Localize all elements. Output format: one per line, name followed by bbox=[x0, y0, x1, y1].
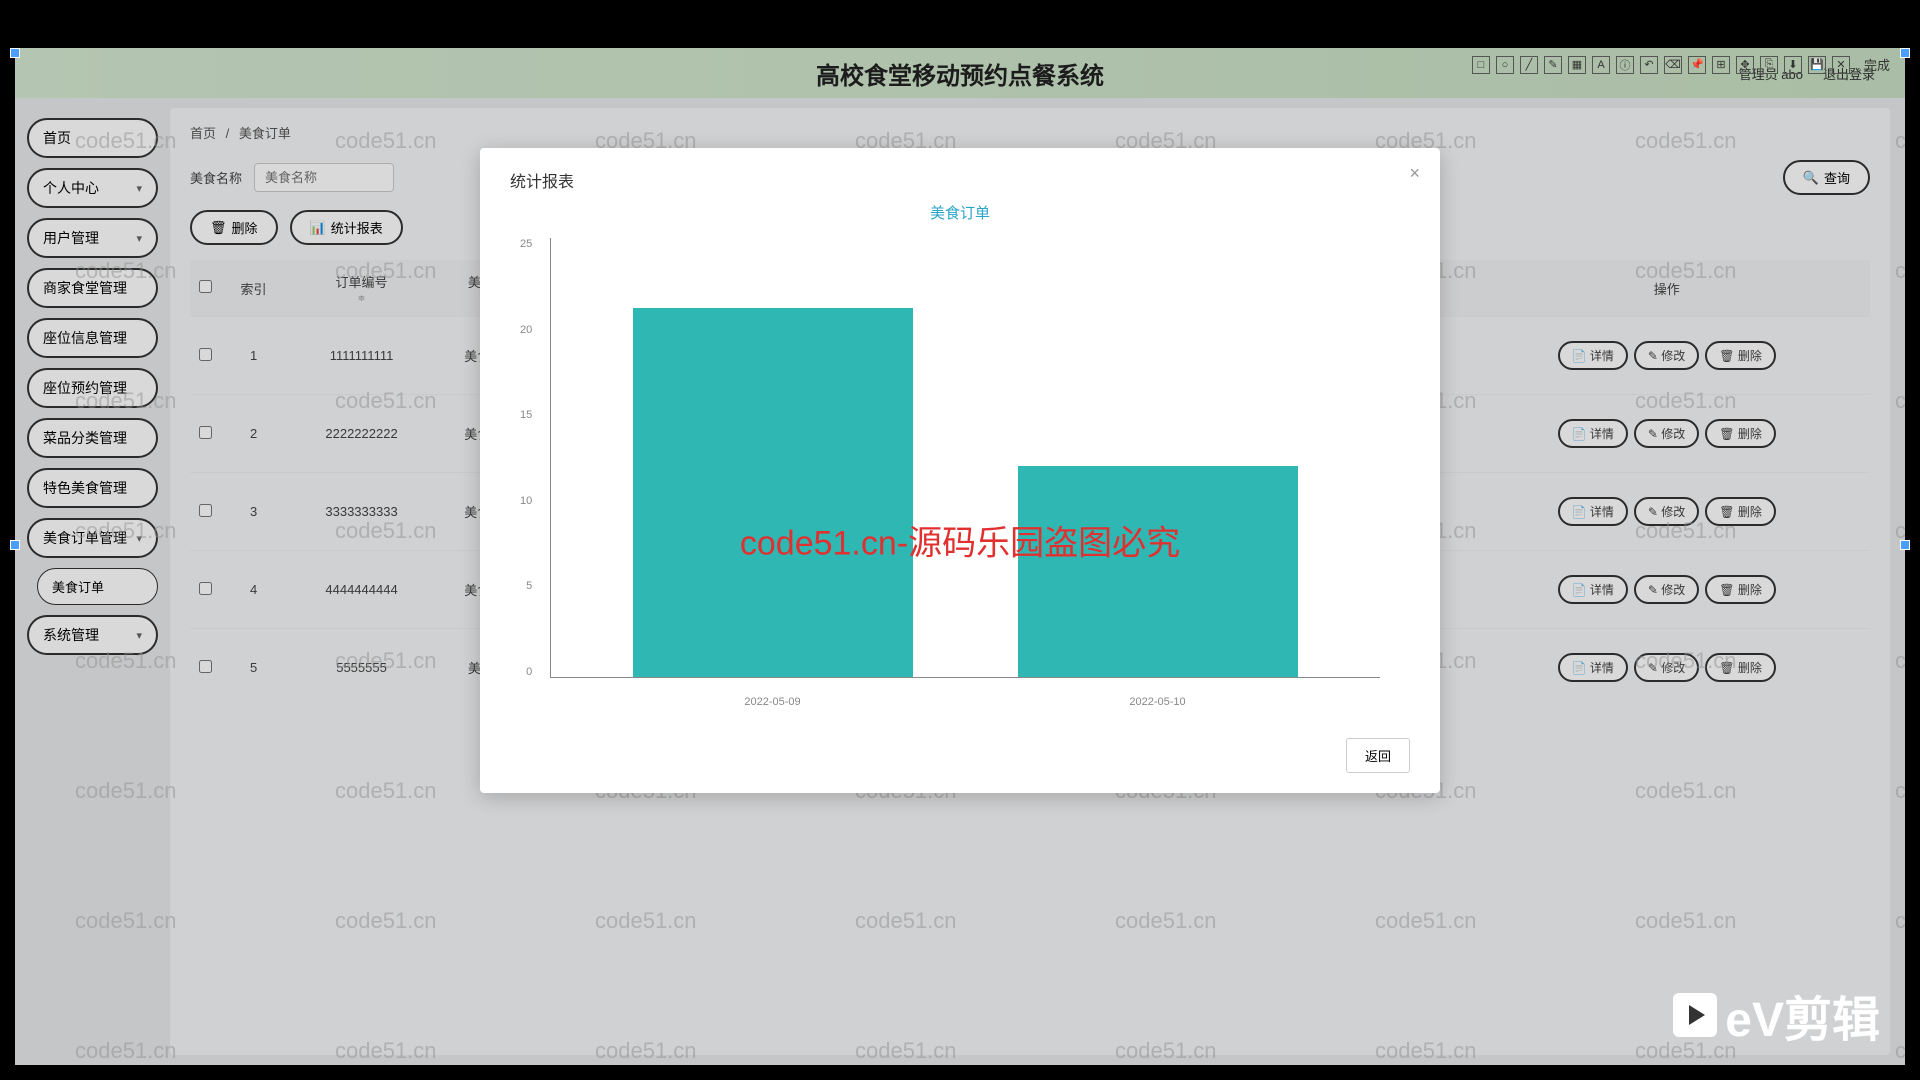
tool-done-button[interactable]: 完成 bbox=[1864, 55, 1890, 74]
x-tick: 2022-05-10 bbox=[1018, 696, 1298, 708]
back-button[interactable]: 返回 bbox=[1346, 738, 1410, 773]
tool-save-icon[interactable]: 💾 bbox=[1808, 56, 1826, 74]
play-icon bbox=[1673, 993, 1717, 1037]
tool-pen-icon[interactable]: ✎ bbox=[1544, 56, 1562, 74]
stats-modal: 统计报表 × 美食订单 2520151050 2022-05-092022-05… bbox=[480, 148, 1440, 793]
ev-logo: eV剪辑 bbox=[1673, 980, 1880, 1050]
y-tick: 25 bbox=[520, 238, 532, 250]
tool-ocr-icon[interactable]: ⊞ bbox=[1712, 56, 1730, 74]
chart-area: 2520151050 2022-05-092022-05-10 bbox=[550, 238, 1380, 718]
y-axis: 25 20 15 10 5 0 bbox=[520, 238, 532, 678]
chart-plot bbox=[550, 238, 1380, 678]
tool-pin-icon[interactable]: 📌 bbox=[1688, 56, 1706, 74]
app-viewport: 高校食堂移动预约点餐系统 管理员 abo 退出登录 首页 个人中心▾ 用户管理▾… bbox=[15, 48, 1905, 1065]
y-tick: 20 bbox=[520, 324, 532, 336]
chart-bar[interactable] bbox=[1018, 466, 1298, 677]
tool-line-icon[interactable]: ╱ bbox=[1520, 56, 1538, 74]
tool-circle-icon[interactable]: ○ bbox=[1496, 56, 1514, 74]
tool-undo-icon[interactable]: ↶ bbox=[1640, 56, 1658, 74]
x-tick: 2022-05-09 bbox=[633, 696, 913, 708]
tool-eraser-icon[interactable]: ⌫ bbox=[1664, 56, 1682, 74]
y-tick: 10 bbox=[520, 495, 532, 507]
selection-handle[interactable] bbox=[1900, 540, 1910, 550]
tool-move-icon[interactable]: ✥ bbox=[1736, 56, 1754, 74]
tool-copy-icon[interactable]: ⎘ bbox=[1760, 56, 1778, 74]
y-tick: 0 bbox=[526, 666, 532, 678]
annotation-toolbar: □ ○ ╱ ✎ ▦ A ⓘ ↶ ⌫ 📌 ⊞ ✥ ⎘ ⬇ 💾 ✕ 完成 bbox=[1472, 55, 1890, 74]
selection-handle[interactable] bbox=[1900, 48, 1910, 58]
selection-handle[interactable] bbox=[10, 48, 20, 58]
chart-title: 美食订单 bbox=[510, 202, 1410, 223]
y-tick: 5 bbox=[526, 580, 532, 592]
tool-mosaic-icon[interactable]: ▦ bbox=[1568, 56, 1586, 74]
y-tick: 15 bbox=[520, 409, 532, 421]
tool-rect-icon[interactable]: □ bbox=[1472, 56, 1490, 74]
tool-text-icon[interactable]: A bbox=[1592, 56, 1610, 74]
tool-download-icon[interactable]: ⬇ bbox=[1784, 56, 1802, 74]
modal-title: 统计报表 bbox=[510, 168, 1410, 192]
modal-overlay[interactable]: 统计报表 × 美食订单 2520151050 2022-05-092022-05… bbox=[15, 48, 1905, 1065]
modal-close-button[interactable]: × bbox=[1409, 163, 1420, 184]
x-axis: 2022-05-09 2022-05-10 bbox=[550, 696, 1380, 708]
selection-handle[interactable] bbox=[10, 540, 20, 550]
tool-info-icon[interactable]: ⓘ bbox=[1616, 56, 1634, 74]
chart-bar[interactable] bbox=[633, 308, 913, 677]
tool-close-icon[interactable]: ✕ bbox=[1832, 56, 1850, 74]
